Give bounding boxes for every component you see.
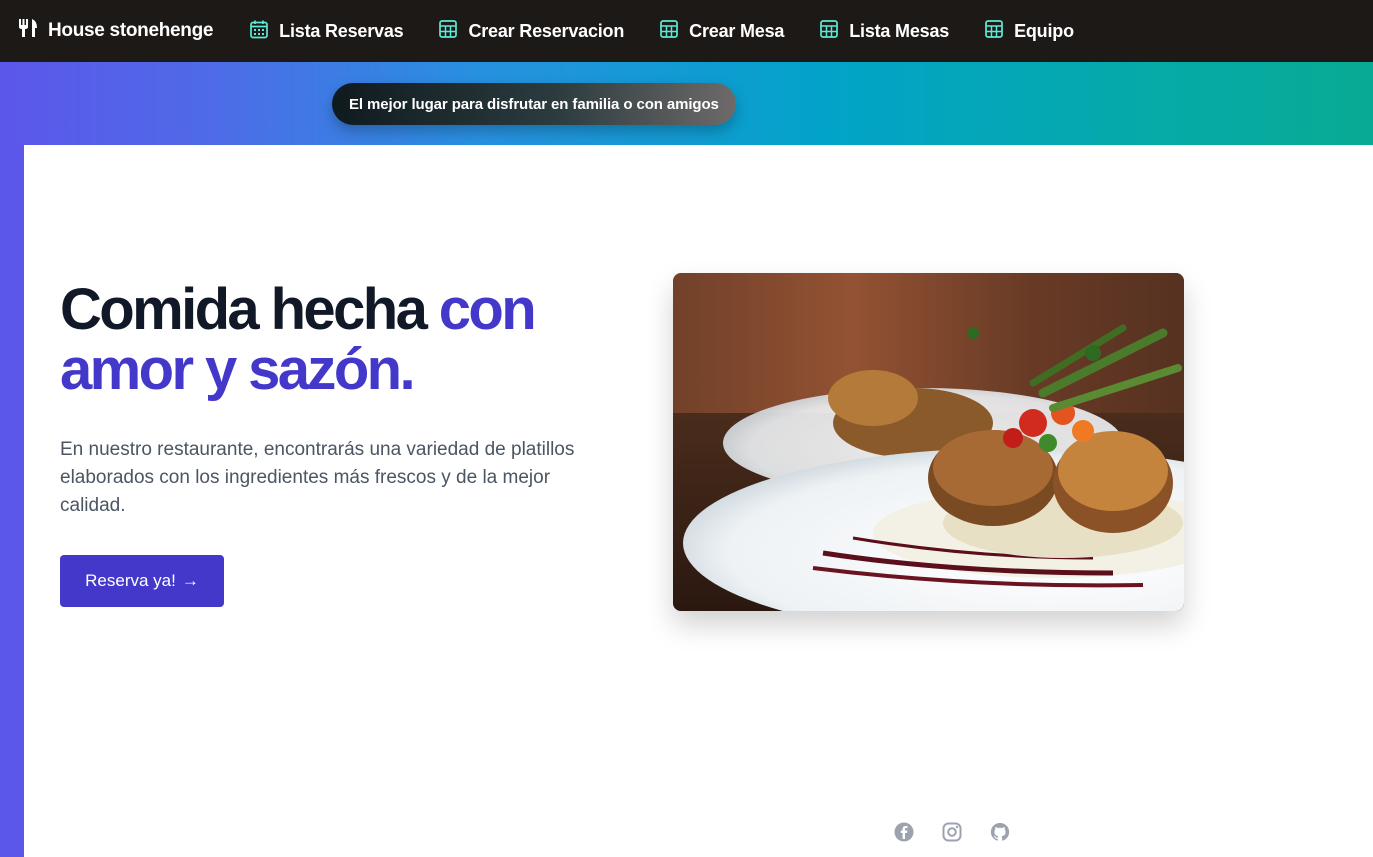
hero-description: En nuestro restaurante, encontrarás una … (60, 439, 575, 516)
brand-name: House stonehenge (48, 20, 214, 41)
table-icon (819, 19, 849, 44)
nav-label: Crear Mesa (689, 20, 785, 41)
hero-title-main: Comida hecha (60, 277, 439, 342)
brand-link[interactable]: House stonehenge (18, 18, 213, 44)
nav-label: Crear Reservacion (468, 20, 625, 41)
nav-label: Equipo (1014, 20, 1074, 41)
nav-links: Lista Reservas Crear Reservacion Crear M… (231, 19, 1091, 44)
arrow-right-icon: → (181, 571, 199, 590)
facebook-icon[interactable] (892, 820, 916, 844)
table-icon (984, 19, 1014, 44)
top-navbar: House stonehenge Lista Reservas Crear Re… (0, 0, 1373, 62)
utensils-icon (18, 18, 48, 44)
table-icon (659, 19, 689, 44)
left-accent-strip (0, 145, 24, 857)
github-icon[interactable] (988, 820, 1012, 844)
nav-equipo[interactable]: Equipo (984, 19, 1074, 44)
nav-crear-reservacion[interactable]: Crear Reservacion (438, 19, 624, 44)
instagram-icon[interactable] (940, 820, 964, 844)
reserve-now-label: Reserva ya! (85, 571, 176, 590)
food-image (673, 273, 1184, 611)
calendar-icon (249, 19, 279, 44)
table-icon (438, 19, 468, 44)
reserve-now-button[interactable]: Reserva ya! → (60, 555, 224, 607)
hero-title: Comida hecha con amor y sazón. (60, 280, 620, 400)
tagline-pill: El mejor lugar para disfrutar en familia… (332, 83, 736, 125)
nav-lista-mesas[interactable]: Lista Mesas (819, 19, 949, 44)
nav-lista-reservas[interactable]: Lista Reservas (249, 19, 404, 44)
nav-label: Lista Mesas (849, 20, 950, 41)
nav-label: Lista Reservas (279, 20, 404, 41)
nav-crear-mesa[interactable]: Crear Mesa (659, 19, 784, 44)
